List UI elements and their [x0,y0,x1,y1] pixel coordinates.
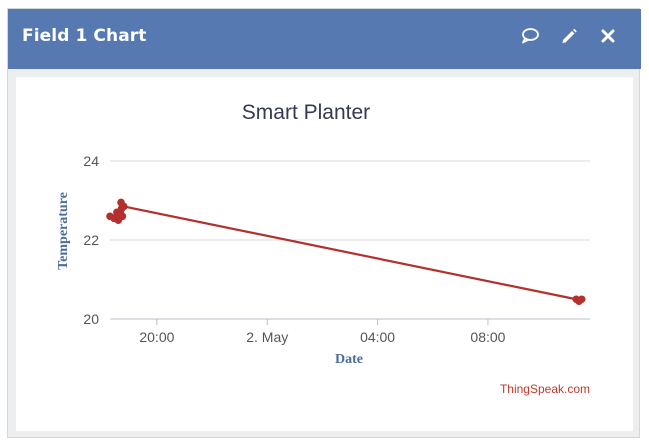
widget-header: Field 1 Chart [8,9,641,69]
y-axis-label: Temperature [56,192,71,270]
series-line [109,201,583,303]
line-chart: Smart Planter 20 22 24 20:00 2. May 04:00 08:… [56,101,590,396]
data-point [119,202,128,211]
widget-title: Field 1 Chart [22,26,147,46]
x-axis-label: Date [335,352,363,367]
thingspeak-credit-link[interactable]: ThingSpeak.com [500,382,590,396]
x-tick-label: 20:00 [139,329,174,345]
pencil-icon [560,27,578,50]
data-point [577,295,586,304]
x-tick-label: 08:00 [470,329,505,345]
comment-button[interactable] [518,26,542,50]
y-tick-label: 22 [83,232,99,248]
chart-title: Smart Planter [242,101,370,124]
x-tick-label: 2. May [246,329,288,345]
y-tick-label: 20 [83,311,99,327]
data-point [118,212,127,221]
edit-button[interactable] [557,26,581,50]
close-button[interactable] [596,26,620,50]
x-tick-label: 04:00 [360,329,395,345]
comment-icon [520,27,540,50]
close-icon [601,29,615,48]
chart-widget: Field 1 Chart Smart Planter 20 22 24 20:… [7,8,641,438]
chart-area: Smart Planter 20 22 24 20:00 2. May 04:00 08:… [16,77,633,431]
y-tick-label: 24 [83,153,99,169]
